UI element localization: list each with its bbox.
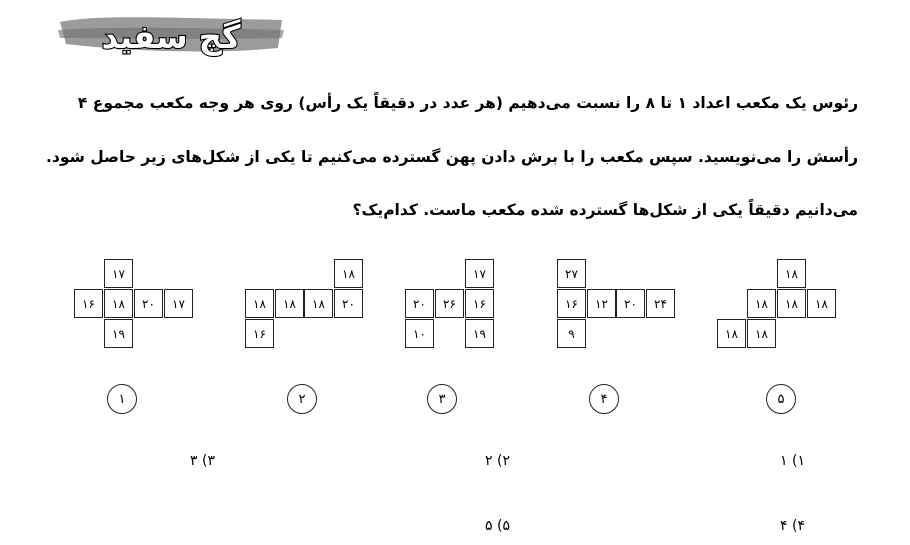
question-line-1: رئوس یک مکعب اعداد ۱ تا ۸ را نسبت می‌دهی… — [77, 94, 858, 112]
net-cell: ۱۷ — [164, 289, 193, 318]
svg-text:گچ سفید: گچ سفید — [102, 18, 241, 56]
net-cell: ۲۰ — [405, 289, 434, 318]
question-line-2: رأسش را می‌نویسید. سپس مکعب را با برش دا… — [46, 148, 858, 166]
net-cell: ۲۰ — [134, 289, 163, 318]
option-5[interactable]: ۵) ۵ — [485, 518, 510, 534]
net-cell: ۱۸ — [275, 289, 304, 318]
net-cell: ۱۶ — [245, 319, 274, 348]
net-cell: ۱۸ — [807, 289, 836, 318]
option-4[interactable]: ۴) ۴ — [780, 518, 805, 534]
net-cell: ۲۰ — [334, 289, 363, 318]
option-3[interactable]: ۳) ۳ — [190, 453, 215, 469]
logo: گچ سفید — [56, 8, 286, 64]
net-cell: ۱۷ — [465, 259, 494, 288]
net-cell: ۲۷ — [557, 259, 586, 288]
net-cell: ۱۷ — [104, 259, 133, 288]
net-label: ۵ — [766, 384, 796, 414]
net-cell: ۲۰ — [616, 289, 645, 318]
net-cell: ۱۸ — [777, 289, 806, 318]
net-cell: ۱۸ — [304, 289, 333, 318]
option-1[interactable]: ۱) ۱ — [780, 453, 805, 469]
net-cell: ۱۸ — [334, 259, 363, 288]
net-cell: ۱۶ — [74, 289, 103, 318]
net-cell: ۱۲ — [587, 289, 616, 318]
question-line-3: می‌دانیم دقیقاً یکی از شکل‌ها گسترده شده… — [352, 201, 858, 219]
net-cell: ۱۸ — [104, 289, 133, 318]
net-cell: ۱۸ — [747, 319, 776, 348]
net-label: ۳ — [427, 384, 457, 414]
net-cell: ۱۹ — [465, 319, 494, 348]
net-cell: ۱۰ — [405, 319, 434, 348]
net-cell: ۹ — [557, 319, 586, 348]
net-cell: ۱۶ — [465, 289, 494, 318]
option-2[interactable]: ۲) ۲ — [485, 453, 510, 469]
net-cell: ۱۹ — [104, 319, 133, 348]
net-cell: ۲۶ — [435, 289, 464, 318]
net-cell: ۱۸ — [245, 289, 274, 318]
net-cell: ۲۴ — [646, 289, 675, 318]
net-cell: ۱۸ — [777, 259, 806, 288]
net-label: ۲ — [287, 384, 317, 414]
net-cell: ۱۸ — [747, 289, 776, 318]
net-cell: ۱۸ — [717, 319, 746, 348]
net-label: ۱ — [107, 384, 137, 414]
net-label: ۴ — [589, 384, 619, 414]
net-cell: ۱۶ — [557, 289, 586, 318]
